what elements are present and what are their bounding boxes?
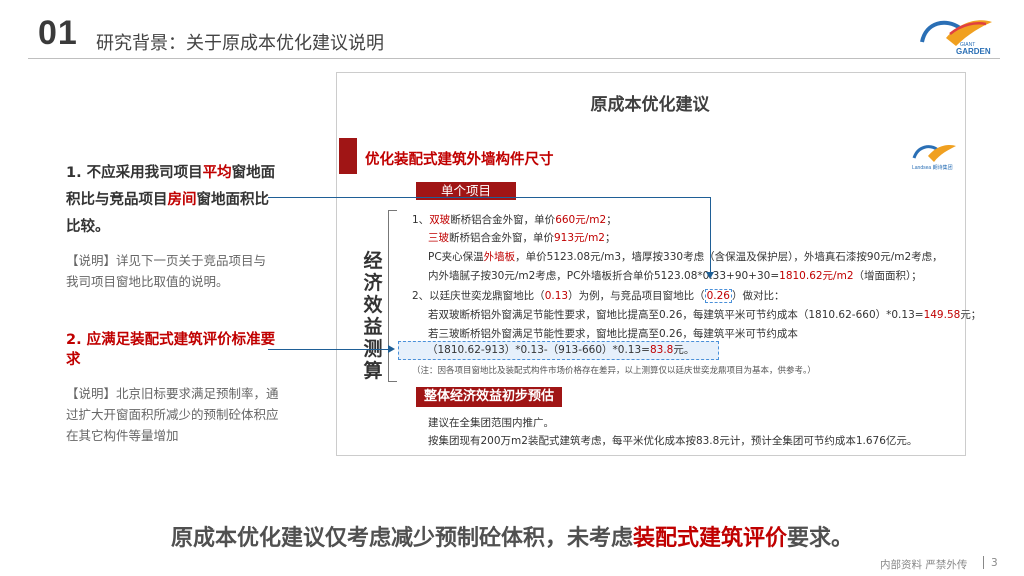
calc-note: （注：因各项目窗地比及装配式构件市场价格存在差异，以上测算仅以廷庆世奕龙鼎项目为… <box>412 366 816 376</box>
vertical-title: 经济效益测算 <box>363 250 383 382</box>
panel-subtitle: 优化装配式建筑外墙构件尺寸 <box>365 152 554 168</box>
ratio-highlight: 0.26 <box>704 289 732 303</box>
calc-line-5: 2、以廷庆世奕龙鼎窗地比（0.13）为例，与竞品项目窗地比（ 0.26 ）做对比： <box>412 289 785 303</box>
page-number: 3 <box>991 557 998 569</box>
point-two-note: 【说明】北京旧标要求满足预制率，通过扩大开窗面积所减少的预制砼体积应在其它构件等… <box>66 386 279 443</box>
overall-line-1: 建议在全集团范围内推广。 <box>428 417 554 429</box>
footer-confidential: 内部资料 严禁外传 <box>880 559 968 571</box>
overall-line-2: 按集团现有200万m2装配式建筑考虑，每平米优化成本按83.8元计，预计全集团可… <box>428 435 918 447</box>
connector-arrow-down <box>706 272 714 279</box>
connector-line-1 <box>268 197 710 198</box>
footer-separator <box>983 556 984 569</box>
calc-line-6: 若双玻断桥铝外窗满足节能性要求，窗地比提高至0.26，每建筑平米可节约成本（18… <box>428 309 982 321</box>
panel-title: 原成本优化建议 <box>590 95 710 115</box>
calc-line-1: 1、双玻断桥铝合金外窗，单价660元/m2； <box>412 214 617 226</box>
point-one-note: 【说明】详见下一页关于竞品项目与我司项目窗地比取值的说明。 <box>66 253 267 289</box>
page-title: 研究背景：关于原成本优化建议说明 <box>96 33 384 54</box>
section-number: 01 <box>38 14 78 52</box>
header-divider <box>28 58 1000 59</box>
calc-line-8: （1810.62-913）*0.13-（913-660）*0.13=83.8元。 <box>398 341 720 360</box>
calc-line-2: 三玻断桥铝合金外窗，单价913元/m2； <box>428 232 616 244</box>
mini-logo: Landsea 朗诗集团 <box>910 140 958 172</box>
calc-line-4: 内外墙腻子按30元/m2考虑，PC外墙板折合单价5123.08*0.33+90+… <box>428 270 922 282</box>
point-one: 1. 不应采用我司项目平均窗地面积比与竞品项目房间窗地面积比比较。 <box>66 165 276 235</box>
connector-arrow-right <box>388 345 395 353</box>
conclusion: 原成本优化建议仅考虑减少预制砼体积，未考虑装配式建筑评价要求。 <box>170 526 854 551</box>
connector-line-1-drop <box>710 197 711 273</box>
subtitle-marker <box>339 138 357 174</box>
logo-icon: GIANT GARDEN <box>920 20 992 56</box>
calc-line-7: 若三玻断桥铝外窗满足节能性要求，窗地比提高至0.26，每建筑平米可节约成本 <box>428 328 798 340</box>
svg-text:GARDEN: GARDEN <box>956 47 991 56</box>
company-logo: GIANT GARDEN <box>916 12 996 58</box>
svg-text:Landsea 朗诗集团: Landsea 朗诗集团 <box>912 164 953 171</box>
section-bracket <box>388 210 397 382</box>
point-two: 2. 应满足装配式建筑评价标准要求 <box>66 332 276 368</box>
mini-logo-icon: Landsea 朗诗集团 <box>912 145 956 171</box>
connector-line-2 <box>268 349 388 350</box>
tag-overall-estimate: 整体经济效益初步预估 <box>416 387 562 407</box>
calc-line-3: PC夹心保温外墙板，单价5123.08元/m3，墙厚按330考虑（含保温及保护层… <box>428 251 943 263</box>
